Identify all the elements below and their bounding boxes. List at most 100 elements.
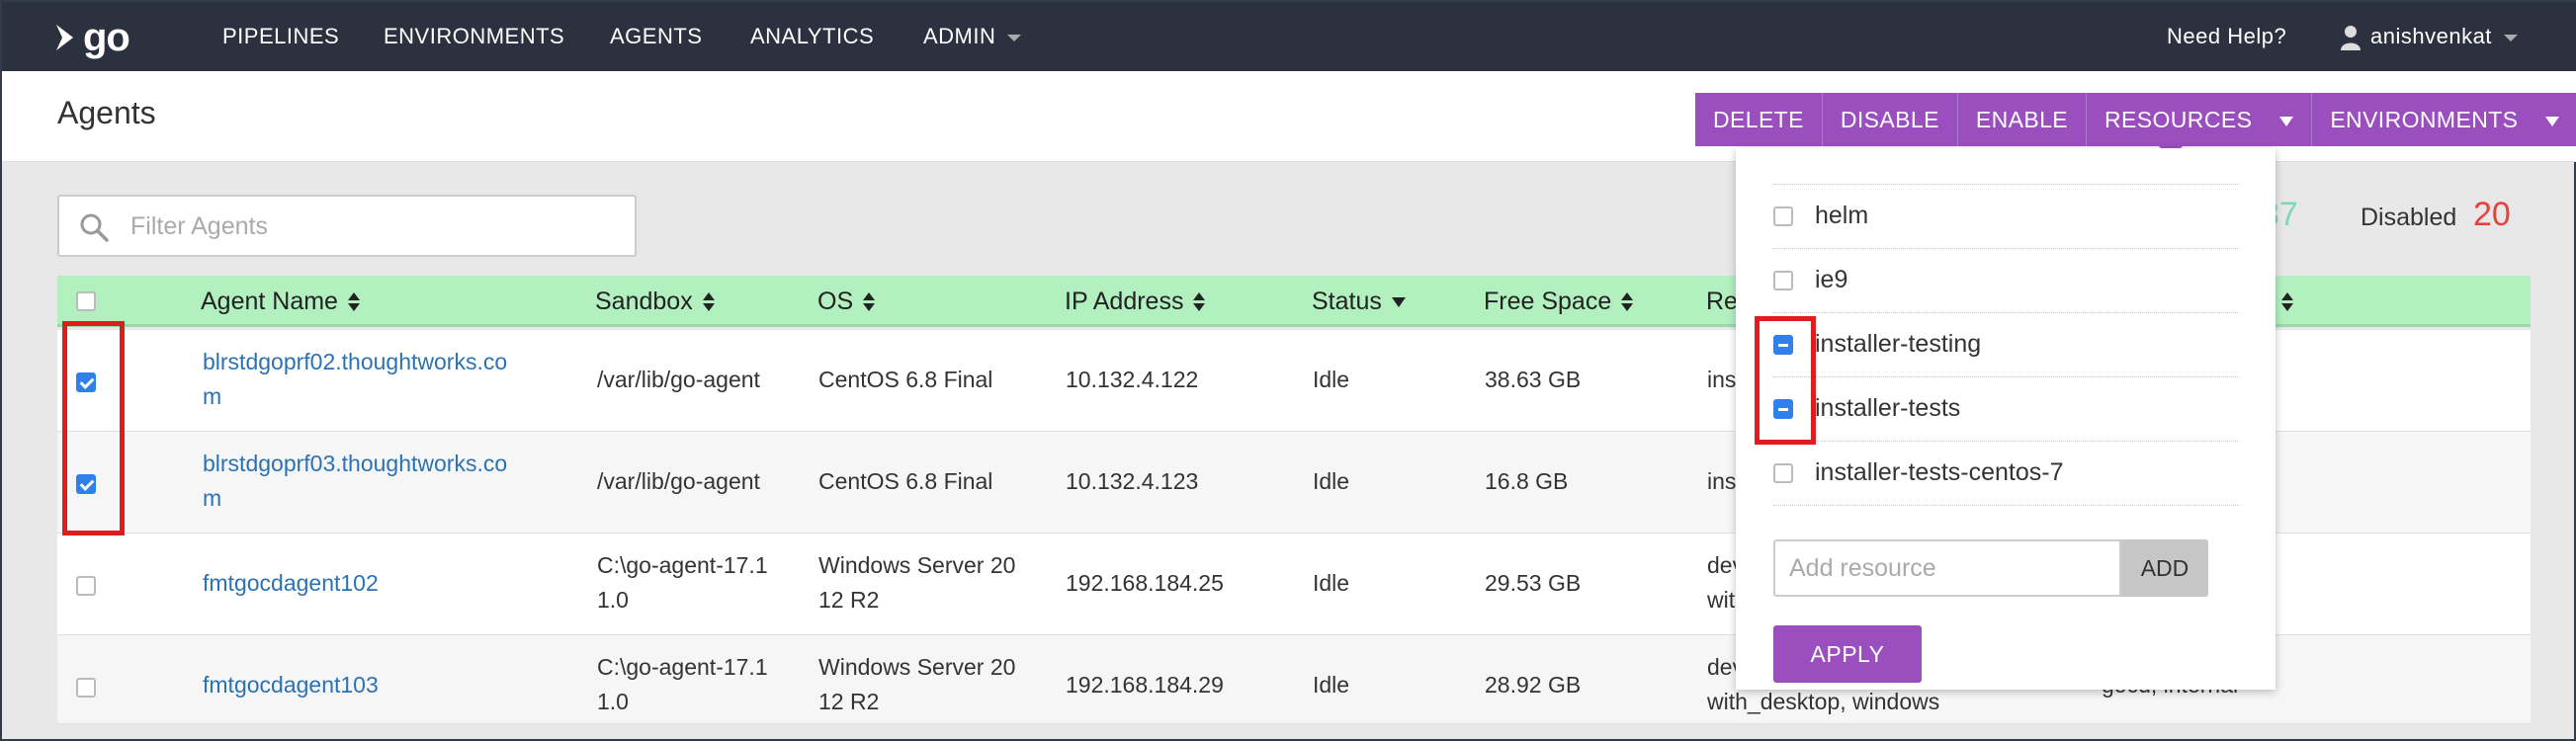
os-line: 12 R2 bbox=[818, 689, 880, 714]
add-resource-button[interactable]: ADD bbox=[2121, 539, 2208, 597]
status-cell: Idle bbox=[1313, 367, 1350, 392]
status-cell: Idle bbox=[1313, 672, 1350, 698]
col-status[interactable]: Status bbox=[1312, 276, 1406, 327]
resource-checkbox[interactable] bbox=[1773, 206, 1793, 226]
enable-button[interactable]: ENABLE bbox=[1957, 93, 2088, 146]
go-logo[interactable]: go bbox=[53, 15, 130, 59]
user-menu[interactable]: anishvenkat bbox=[2341, 2, 2518, 71]
col-free-space[interactable]: Free Space bbox=[1484, 276, 1634, 327]
caret-down-icon bbox=[2545, 116, 2560, 126]
free-space-cell: 28.92 GB bbox=[1485, 672, 1582, 698]
os-line: 12 R2 bbox=[818, 587, 880, 613]
col-agent-name[interactable]: Agent Name bbox=[201, 276, 360, 327]
resources-button[interactable]: RESOURCES bbox=[2087, 93, 2313, 146]
delete-button[interactable]: DELETE bbox=[1695, 93, 1823, 146]
resources-line: with_desktop, windows bbox=[1707, 689, 1940, 714]
free-space-cell: 29.53 GB bbox=[1485, 570, 1582, 596]
col-status-label: Status bbox=[1312, 288, 1382, 315]
resource-checkbox[interactable] bbox=[1773, 271, 1793, 290]
sandbox-line: C:\go-agent-17.1 bbox=[597, 654, 768, 680]
ip-cell: 10.132.4.122 bbox=[1066, 367, 1199, 392]
bulk-actions: DELETE DISABLE ENABLE RESOURCES ENVIRONM… bbox=[1695, 93, 2576, 146]
apply-button[interactable]: APPLY bbox=[1773, 625, 1922, 683]
col-ip-address[interactable]: IP Address bbox=[1065, 276, 1206, 327]
nav-agents[interactable]: AGENTS bbox=[610, 2, 702, 71]
resources-button-label: RESOURCES bbox=[2104, 107, 2253, 132]
col-os[interactable]: OS bbox=[817, 276, 876, 327]
resource-item[interactable]: ie9 bbox=[1773, 249, 2240, 313]
select-all-checkbox[interactable] bbox=[76, 291, 96, 311]
agent-name-link[interactable]: blrstdgoprf03.thoughtworks.co m bbox=[203, 447, 507, 516]
agent-name-line: blrstdgoprf03.thoughtworks.co bbox=[203, 451, 508, 476]
os-line: Windows Server 20 bbox=[818, 654, 1016, 680]
disable-button[interactable]: DISABLE bbox=[1822, 93, 1958, 146]
sort-icon bbox=[863, 291, 876, 313]
col-sandbox[interactable]: Sandbox bbox=[595, 276, 715, 327]
sandbox-cell: C:\go-agent-17.1 1.0 bbox=[597, 650, 768, 719]
status-cell: Idle bbox=[1313, 570, 1350, 596]
sort-desc-icon bbox=[1391, 297, 1406, 308]
col-ip-address-label: IP Address bbox=[1065, 288, 1184, 315]
nav-analytics[interactable]: ANALYTICS bbox=[750, 2, 874, 71]
resources-cell: ins bbox=[1707, 468, 1737, 494]
environments-button[interactable]: ENVIRONMENTS bbox=[2312, 93, 2576, 146]
sandbox-cell: /var/lib/go-agent bbox=[597, 367, 760, 392]
chevron-down-icon bbox=[1007, 34, 1022, 41]
sandbox-line: 1.0 bbox=[597, 587, 629, 613]
col-resources-label: Re bbox=[1706, 288, 1738, 315]
sandbox-cell: /var/lib/go-agent bbox=[597, 468, 760, 494]
resources-cell: ins bbox=[1707, 367, 1737, 392]
go-logo-icon bbox=[56, 25, 73, 50]
resource-checkbox[interactable] bbox=[1773, 463, 1793, 483]
need-help-link[interactable]: Need Help? bbox=[2167, 2, 2286, 71]
search-icon bbox=[80, 213, 109, 242]
os-cell: Windows Server 20 12 R2 bbox=[818, 650, 1015, 719]
resource-label: ie9 bbox=[1815, 266, 1848, 293]
resource-item[interactable]: installer-tests bbox=[1773, 377, 2240, 442]
chevron-down-icon bbox=[2503, 34, 2518, 41]
row-checkbox[interactable] bbox=[76, 678, 96, 698]
nav-admin-label: ADMIN bbox=[923, 24, 996, 48]
os-cell: Windows Server 20 12 R2 bbox=[818, 548, 1015, 618]
sort-icon bbox=[702, 291, 715, 313]
disabled-label: Disabled bbox=[2361, 204, 2457, 231]
col-free-space-label: Free Space bbox=[1484, 288, 1612, 315]
filter-agents-input[interactable] bbox=[130, 208, 615, 244]
agent-name-link[interactable]: blrstdgoprf02.thoughtworks.co m bbox=[203, 345, 507, 414]
highlight-box bbox=[1755, 316, 1816, 445]
add-resource-input[interactable] bbox=[1773, 539, 2121, 597]
add-resource-group: ADD bbox=[1773, 539, 2208, 597]
logo-text: go bbox=[83, 15, 130, 59]
col-agent-name-label: Agent Name bbox=[201, 288, 338, 315]
agent-name-link[interactable]: fmtgocdagent103 bbox=[203, 668, 379, 702]
resource-item[interactable]: installer-testing bbox=[1773, 313, 2240, 377]
os-cell: CentOS 6.8 Final bbox=[818, 367, 993, 392]
resource-item[interactable]: helm bbox=[1773, 185, 2240, 249]
resource-label: installer-tests-centos-7 bbox=[1815, 458, 2064, 486]
ip-cell: 192.168.184.29 bbox=[1066, 672, 1224, 698]
nav-admin[interactable]: ADMIN bbox=[923, 2, 1022, 71]
sort-icon bbox=[1621, 291, 1634, 313]
ip-cell: 10.132.4.123 bbox=[1066, 468, 1199, 494]
agent-name-link[interactable]: fmtgocdagent102 bbox=[203, 566, 379, 601]
resource-label: installer-tests bbox=[1815, 394, 1961, 422]
os-cell: CentOS 6.8 Final bbox=[818, 468, 993, 494]
user-icon bbox=[2341, 26, 2361, 51]
col-sandbox-label: Sandbox bbox=[595, 288, 693, 315]
page-title: Agents bbox=[57, 95, 156, 130]
sandbox-line: 1.0 bbox=[597, 689, 629, 714]
sort-icon bbox=[347, 291, 360, 313]
col-resources[interactable]: Re bbox=[1706, 276, 1738, 327]
agent-name-line: blrstdgoprf02.thoughtworks.co bbox=[203, 349, 508, 374]
sort-icon bbox=[2281, 291, 2293, 313]
agent-name-line: m bbox=[203, 485, 222, 511]
nav-environments[interactable]: ENVIRONMENTS bbox=[384, 2, 564, 71]
free-space-cell: 38.63 GB bbox=[1485, 367, 1582, 392]
resource-item[interactable]: installer-tests-centos-7 bbox=[1773, 442, 2240, 506]
row-checkbox[interactable] bbox=[76, 576, 96, 596]
resources-dropdown: helm ie9 installer-testing installer-tes… bbox=[1736, 148, 2275, 690]
caret-down-icon bbox=[2279, 116, 2294, 126]
nav-pipelines[interactable]: PIPELINES bbox=[222, 2, 339, 71]
free-space-cell: 16.8 GB bbox=[1485, 468, 1569, 494]
sandbox-line: C:\go-agent-17.1 bbox=[597, 552, 768, 578]
